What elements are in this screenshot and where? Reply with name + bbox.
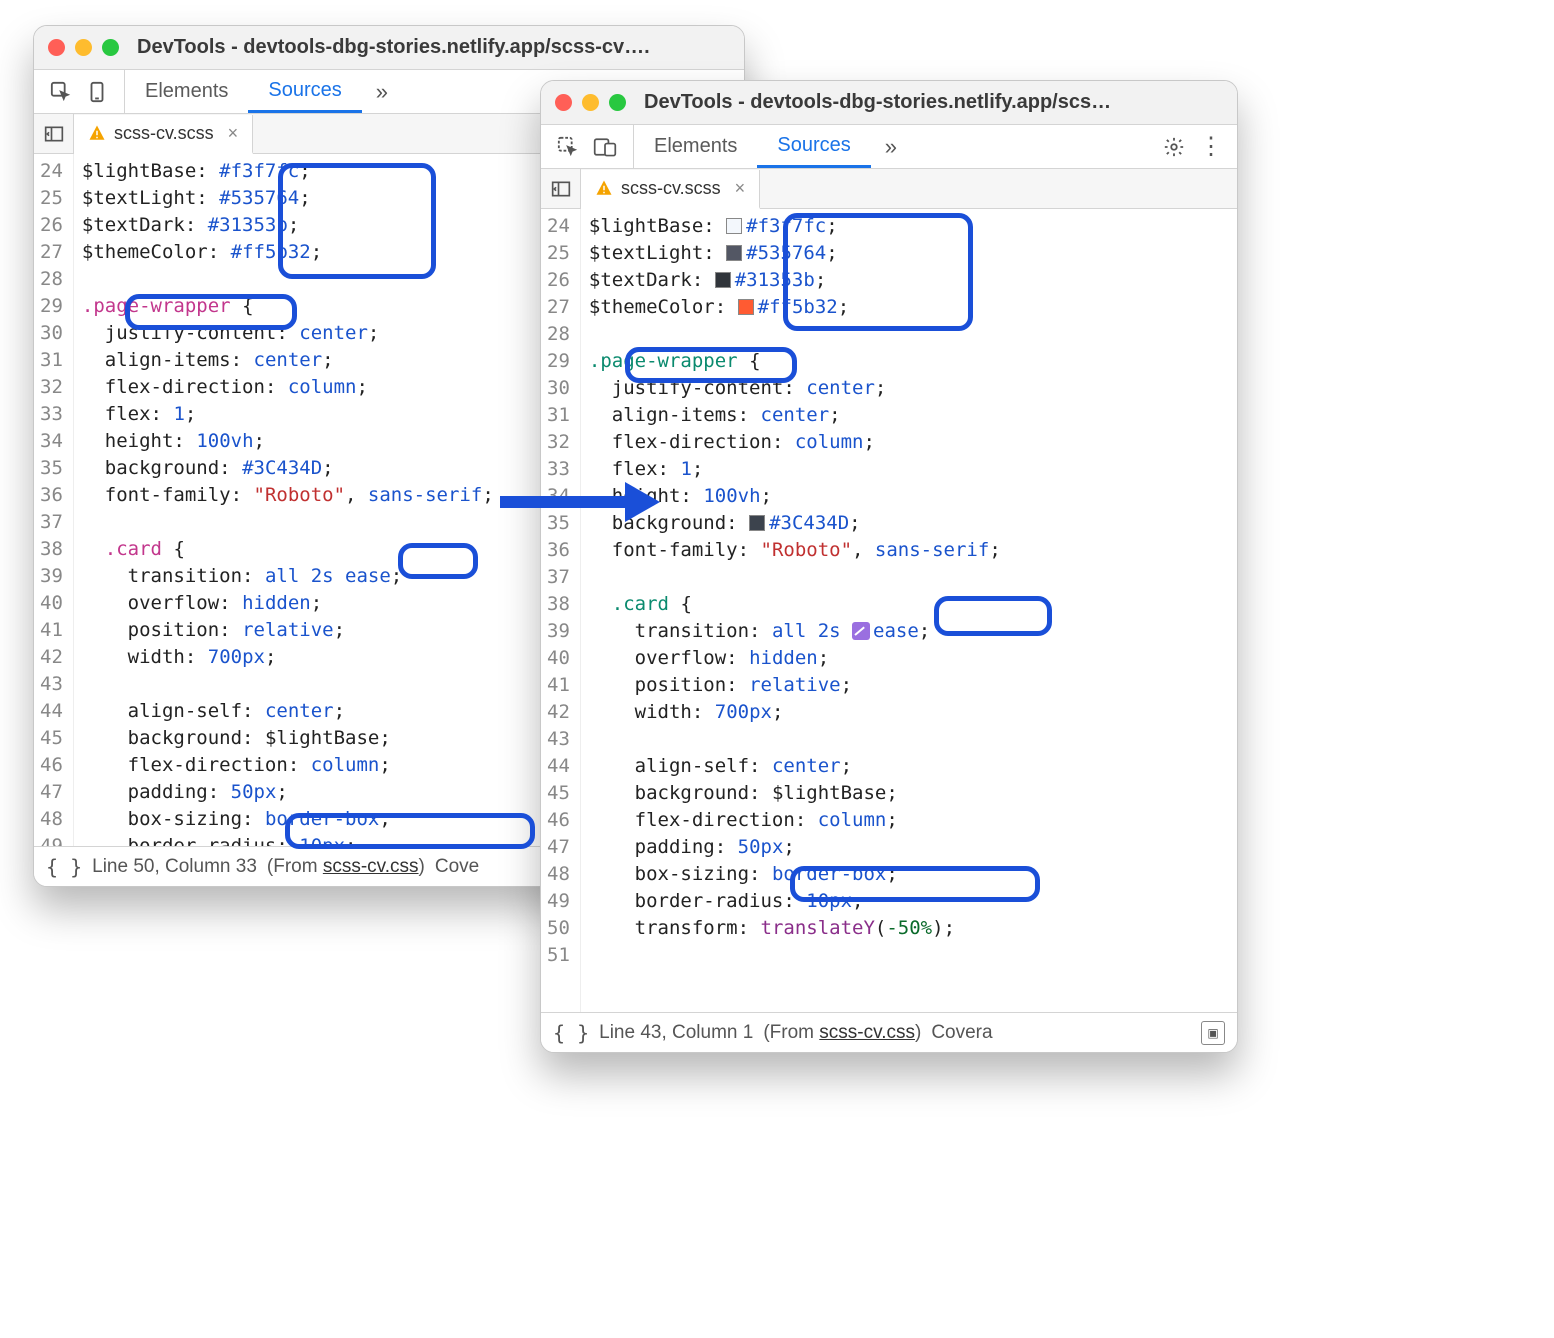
file-tab-label: scss-cv.scss (621, 178, 721, 199)
from-source: (From scss-cv.css) (763, 1022, 921, 1044)
line-gutter: 24 25 26 27 28 29 30 31 32 33 34 35 36 3… (541, 209, 581, 1012)
inspect-icon[interactable] (50, 81, 72, 103)
code-content[interactable]: $lightBase: #f3f7fc; $textLight: #535764… (581, 209, 1009, 1012)
warning-icon (88, 124, 106, 142)
code-editor[interactable]: 24 25 26 27 28 29 30 31 32 33 34 35 36 3… (541, 209, 1237, 1012)
tab-elements[interactable]: Elements (634, 125, 757, 168)
gear-icon[interactable] (1163, 136, 1185, 158)
statusbar: { } Line 43, Column 1 (From scss-cv.css)… (541, 1012, 1237, 1052)
line-gutter: 24 25 26 27 28 29 30 31 32 33 34 35 36 3… (34, 154, 74, 846)
inspect-icon[interactable] (557, 136, 579, 158)
titlebar: DevTools - devtools-dbg-stories.netlify.… (541, 81, 1237, 125)
titlebar: DevTools - devtools-dbg-stories.netlify.… (34, 26, 744, 70)
from-source: (From scss-cv.css) (267, 856, 425, 878)
tab-elements[interactable]: Elements (125, 70, 248, 113)
file-tabbar: scss-cv.scss × (541, 169, 1237, 209)
code-content[interactable]: $lightBase: #f3f7fc; $textLight: #535764… (74, 154, 502, 846)
device-icon[interactable] (86, 81, 108, 103)
arrow-icon (500, 472, 660, 532)
close-tab-icon[interactable]: × (222, 123, 239, 144)
source-link[interactable]: scss-cv.css (323, 856, 419, 877)
device-icon[interactable] (593, 136, 617, 158)
navigator-toggle-icon[interactable] (541, 169, 581, 208)
close-tab-icon[interactable]: × (729, 178, 746, 199)
zoom-icon[interactable] (609, 94, 626, 111)
main-toolbar: Elements Sources » ⋮ (541, 125, 1237, 169)
close-icon[interactable] (48, 39, 65, 56)
format-icon[interactable]: { } (46, 855, 82, 879)
more-tabs-icon[interactable]: » (871, 134, 911, 160)
devtools-window-right: DevTools - devtools-dbg-stories.netlify.… (540, 80, 1238, 1053)
format-icon[interactable]: { } (553, 1021, 589, 1045)
cursor-position: Line 43, Column 1 (599, 1022, 753, 1044)
more-tabs-icon[interactable]: » (362, 79, 402, 105)
drawer-toggle-icon[interactable]: ▣ (1201, 1021, 1225, 1045)
file-tab-scss[interactable]: scss-cv.scss × (581, 170, 760, 209)
warning-icon (595, 179, 613, 197)
window-title: DevTools - devtools-dbg-stories.netlify.… (137, 36, 650, 59)
navigator-toggle-icon[interactable] (34, 114, 74, 153)
kebab-icon[interactable]: ⋮ (1199, 132, 1223, 161)
file-tab-scss[interactable]: scss-cv.scss × (74, 115, 253, 154)
status-tail: Cove (435, 856, 479, 878)
tab-sources[interactable]: Sources (248, 70, 361, 113)
minimize-icon[interactable] (75, 39, 92, 56)
cursor-position: Line 50, Column 33 (92, 856, 257, 878)
status-tail: Covera (931, 1022, 992, 1044)
file-tab-label: scss-cv.scss (114, 123, 214, 144)
window-title: DevTools - devtools-dbg-stories.netlify.… (644, 91, 1111, 114)
tab-sources[interactable]: Sources (757, 125, 870, 168)
zoom-icon[interactable] (102, 39, 119, 56)
source-link[interactable]: scss-cv.css (819, 1022, 915, 1043)
close-icon[interactable] (555, 94, 572, 111)
minimize-icon[interactable] (582, 94, 599, 111)
